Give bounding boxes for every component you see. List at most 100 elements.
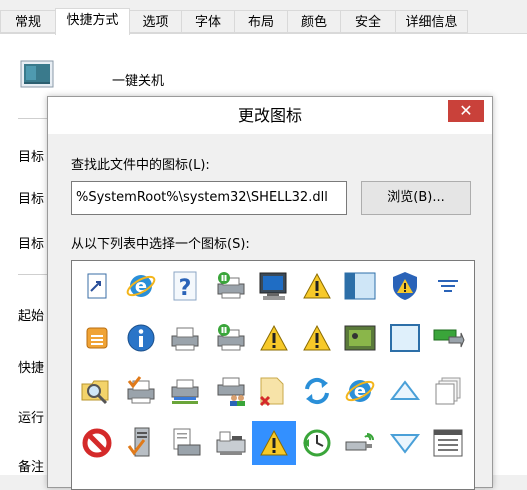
tab-1[interactable]: 快捷方式	[55, 8, 130, 35]
no-entry-icon[interactable]	[75, 421, 119, 465]
align-lines-icon[interactable]	[426, 264, 470, 308]
tab-3[interactable]: 字体	[181, 10, 235, 33]
warning-icon[interactable]	[252, 316, 296, 360]
ie-globe-icon[interactable]: e	[119, 264, 163, 308]
printer-users-icon[interactable]	[209, 369, 253, 413]
tab-6[interactable]: 安全	[340, 10, 396, 33]
window-panel-icon[interactable]	[338, 264, 382, 308]
battery-arrow-icon-graphic	[433, 329, 465, 348]
help-icon[interactable]: ?	[163, 264, 207, 308]
stack-icon[interactable]	[75, 316, 119, 360]
tab-4[interactable]: 布局	[234, 10, 288, 33]
tab-5[interactable]: 颜色	[287, 10, 341, 33]
warning-icon-graphic	[303, 324, 331, 351]
no-entry-icon-graphic	[82, 428, 112, 458]
pages-stack-icon[interactable]	[426, 369, 470, 413]
refresh-arrows-icon[interactable]	[295, 369, 339, 413]
target-label: 目标	[18, 237, 45, 252]
printer-icon[interactable]	[163, 316, 207, 360]
tab-2[interactable]: 选项	[129, 10, 182, 33]
triangle-up-icon-graphic	[389, 380, 421, 400]
pages-stack-icon-graphic	[435, 377, 461, 405]
server-check-icon[interactable]	[119, 421, 163, 465]
warning-icon[interactable]	[295, 264, 339, 308]
computer-monitor-icon[interactable]	[252, 264, 296, 308]
warning-icon-graphic	[260, 324, 288, 351]
folder-delete-icon-graphic	[259, 377, 284, 407]
computer-monitor-icon-graphic	[259, 272, 287, 300]
usb-wireless-icon-graphic	[345, 433, 374, 451]
warning-icon-graphic	[303, 272, 331, 299]
run-label: 运行	[18, 411, 45, 426]
ie-globe-icon[interactable]: e	[338, 369, 382, 413]
triangle-down-icon-graphic	[389, 434, 421, 454]
target-location-label: 目标	[18, 192, 45, 207]
info-icon-graphic	[127, 324, 155, 352]
svg-text:?: ?	[179, 276, 192, 301]
triangle-down-icon[interactable]	[383, 421, 427, 465]
printer-pause-icon-graphic	[217, 272, 245, 299]
close-button[interactable]: ✕	[448, 100, 484, 122]
file-shortcut-icon-graphic	[87, 273, 107, 299]
printer-icon-graphic	[171, 327, 199, 351]
printer-pause-icon-graphic	[217, 324, 245, 351]
printer-pause-icon[interactable]	[209, 264, 253, 308]
usb-wireless-icon[interactable]	[338, 421, 382, 465]
triangle-up-icon[interactable]	[383, 369, 427, 413]
document-printer-icon-graphic	[173, 428, 201, 456]
change-icon-dialog: 更改图标 ✕ 查找此文件中的图标(L): %SystemRoot%\system…	[47, 96, 493, 490]
window-panel-icon-graphic	[344, 272, 376, 300]
printer-network-icon-graphic	[171, 379, 199, 404]
file-shortcut-icon[interactable]	[75, 264, 119, 308]
window-grid-icon-graphic	[433, 429, 463, 457]
shield-warning-icon[interactable]	[383, 264, 427, 308]
clock-arrow-icon[interactable]	[295, 421, 339, 465]
shield-warning-icon-graphic	[393, 272, 417, 300]
film-camera-icon[interactable]	[338, 316, 382, 360]
refresh-arrows-icon-graphic	[305, 377, 329, 405]
align-lines-icon-graphic	[438, 280, 458, 292]
ie-globe-icon-graphic: e	[345, 380, 375, 402]
blank-window-icon-graphic	[390, 324, 420, 352]
document-printer-icon[interactable]	[163, 421, 207, 465]
battery-arrow-icon[interactable]	[426, 316, 470, 360]
tab-7[interactable]: 详细信息	[395, 10, 468, 33]
window-grid-icon[interactable]	[426, 421, 470, 465]
stack-icon-graphic	[86, 327, 108, 349]
find-icons-label: 查找此文件中的图标(L):	[71, 158, 210, 173]
shortcut-app-icon	[20, 60, 54, 88]
server-check-icon-graphic	[127, 427, 150, 457]
browse-button[interactable]: 浏览(B)...	[361, 181, 471, 215]
folder-delete-icon[interactable]	[252, 369, 296, 413]
info-icon[interactable]	[119, 316, 163, 360]
target-type-label: 目标	[18, 150, 45, 165]
film-camera-icon-graphic	[344, 325, 376, 351]
shortcut-key-label: 快捷	[18, 361, 45, 376]
tab-strip: 常规 快捷方式 选项 字体 布局 颜色 安全 详细信息	[0, 8, 527, 35]
ie-globe-icon-graphic: e	[126, 275, 156, 297]
printer-users-icon-graphic	[217, 377, 245, 406]
comment-label: 备注	[18, 460, 45, 475]
dialog-body: 查找此文件中的图标(L): %SystemRoot%\system32\SHEL…	[48, 134, 492, 490]
blank-window-icon[interactable]	[383, 316, 427, 360]
shortcut-name: 一键关机	[112, 74, 165, 89]
select-icon-label: 从以下列表中选择一个图标(S):	[71, 237, 250, 252]
icon-file-path-input[interactable]: %SystemRoot%\system32\SHELL32.dll	[71, 181, 347, 215]
clock-arrow-icon-graphic	[303, 429, 331, 457]
printer-pause-icon[interactable]	[209, 316, 253, 360]
printer-network-icon[interactable]	[163, 369, 207, 413]
warning-icon-graphic	[260, 429, 288, 456]
folder-search-icon-graphic	[81, 380, 109, 405]
printer-check-icon[interactable]	[119, 369, 163, 413]
dialog-title: 更改图标	[48, 97, 492, 134]
printer-check-icon-graphic	[127, 376, 155, 404]
warning-icon[interactable]	[252, 421, 296, 465]
fax-printer-icon[interactable]	[209, 421, 253, 465]
tab-0[interactable]: 常规	[0, 10, 56, 33]
folder-search-icon[interactable]	[75, 369, 119, 413]
icon-list[interactable]: e? e	[71, 260, 475, 490]
fax-printer-icon-graphic	[216, 431, 246, 455]
warning-icon[interactable]	[295, 316, 339, 360]
start-in-label: 起始	[18, 309, 45, 324]
help-icon-graphic: ?	[173, 271, 197, 301]
